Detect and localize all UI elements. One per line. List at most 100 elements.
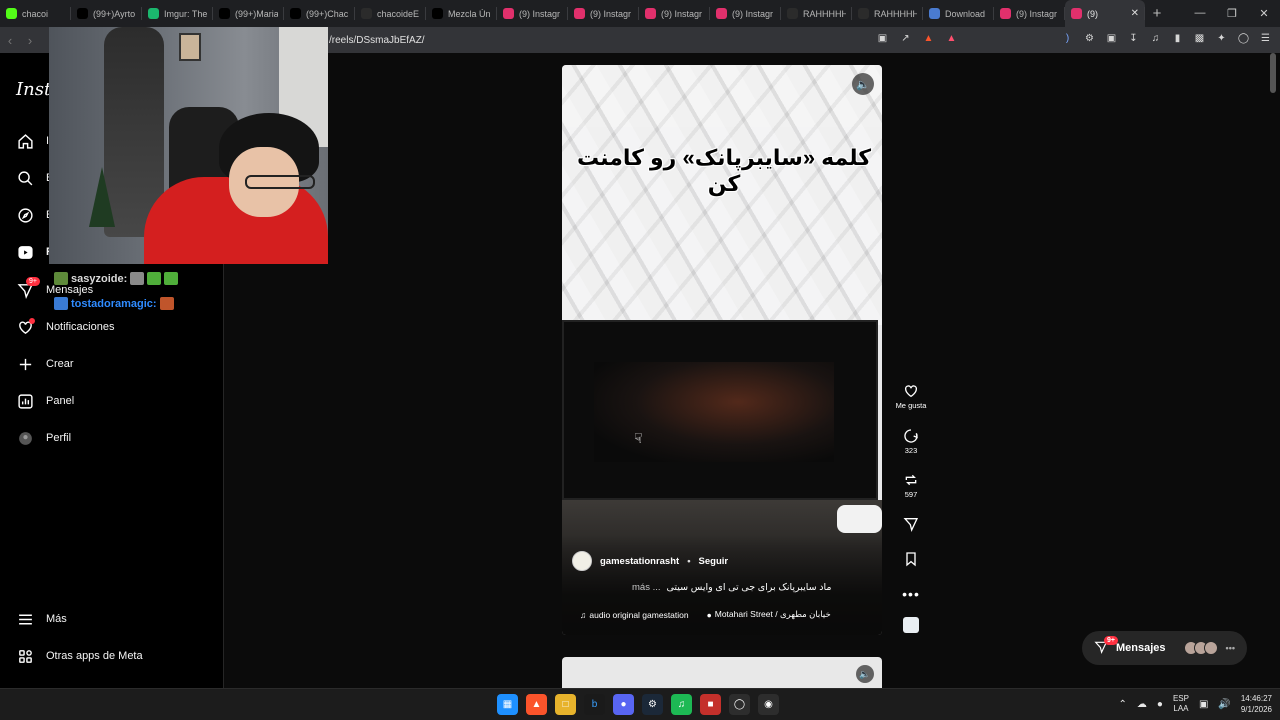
sidebar-item-notifications[interactable]: Notificaciones bbox=[16, 318, 114, 336]
network-icon[interactable]: ▣ bbox=[1199, 699, 1208, 710]
spotify-icon[interactable]: ♫ bbox=[671, 694, 692, 715]
tab-favicon-icon bbox=[1071, 8, 1082, 19]
follow-button[interactable]: Seguir bbox=[699, 556, 729, 567]
sidebar-item-label: Más bbox=[46, 613, 67, 625]
comment-button[interactable]: 323 bbox=[903, 428, 919, 455]
tab-title: (9) bbox=[1087, 8, 1098, 19]
brave-icon[interactable]: ▲ bbox=[526, 694, 547, 715]
browser-tab[interactable]: (99+)Ayrto bbox=[71, 0, 142, 27]
mouse-cursor-icon: ☟ bbox=[634, 430, 643, 446]
cloud-icon[interactable]: ☁ bbox=[1137, 699, 1147, 710]
browser-tab[interactable]: (9) Instagr bbox=[639, 0, 710, 27]
browser-tab[interactable]: (9) Instagr bbox=[710, 0, 781, 27]
vpn-icon[interactable]: ◯ bbox=[1237, 32, 1250, 45]
browser-tab[interactable]: (9) Instagr bbox=[497, 0, 568, 27]
like-button[interactable]: Me gusta bbox=[896, 383, 926, 410]
sidebar-item-search[interactable]: B bbox=[16, 169, 53, 187]
discord-icon[interactable]: ● bbox=[613, 694, 634, 715]
minimize-icon[interactable]: — bbox=[1184, 7, 1216, 20]
file-explorer-icon[interactable]: □ bbox=[555, 694, 576, 715]
brave-rewards-icon[interactable]: ▲ bbox=[945, 32, 958, 45]
tab-favicon-icon bbox=[645, 8, 656, 19]
url-field[interactable]: /reels/DSsmaJbEfAZ/ bbox=[329, 35, 425, 46]
audio-playing-icon[interactable]: ) bbox=[1061, 32, 1074, 45]
browser-tab[interactable]: (99+)Maria bbox=[213, 0, 284, 27]
globe-app-icon[interactable]: ◉ bbox=[758, 694, 779, 715]
steam-icon[interactable]: ⚙ bbox=[642, 694, 663, 715]
bing-icon[interactable]: b bbox=[584, 694, 605, 715]
language-indicator[interactable]: ESP LAA bbox=[1173, 694, 1189, 714]
leo-ai-icon[interactable]: ✦ bbox=[1215, 32, 1228, 45]
reels-icon bbox=[16, 243, 34, 261]
browser-tab[interactable]: RAHHHHH bbox=[852, 0, 923, 27]
sidebar-item-create[interactable]: Crear bbox=[16, 355, 74, 373]
new-tab-button[interactable]: + bbox=[1145, 5, 1169, 22]
media-icon[interactable]: ♫ bbox=[1149, 32, 1162, 45]
wallet-icon[interactable]: ▩ bbox=[1193, 32, 1206, 45]
windows-start-icon[interactable]: ▦ bbox=[497, 694, 518, 715]
browser-tab[interactable]: chacoideE bbox=[355, 0, 426, 27]
scrollbar[interactable] bbox=[1270, 53, 1276, 688]
reel-caption[interactable]: más ... ماد سایبرپانک برای جی تی ای وایس… bbox=[632, 582, 831, 593]
browser-tab[interactable]: Mezcla Úni bbox=[426, 0, 497, 27]
menu-icon[interactable]: ☰ bbox=[1259, 32, 1272, 45]
extensions-icon[interactable]: ⚙ bbox=[1083, 32, 1096, 45]
controller bbox=[837, 505, 882, 533]
sidebar-toggle-icon[interactable]: ▮ bbox=[1171, 32, 1184, 45]
brave-shield-icon[interactable]: ▲ bbox=[922, 32, 935, 45]
browser-tab[interactable]: (99+)Chac bbox=[284, 0, 355, 27]
webcam-overlay bbox=[49, 27, 328, 264]
cast-icon[interactable]: ▣ bbox=[876, 32, 889, 45]
sidebar-item-more[interactable]: Más bbox=[16, 610, 67, 628]
browser-tab[interactable]: Download bbox=[923, 0, 994, 27]
keyboard-layout: LAA bbox=[1173, 704, 1189, 713]
more-dots-icon: ••• bbox=[1225, 643, 1235, 653]
chat-username: sasyzoide: bbox=[71, 272, 128, 285]
author-avatar[interactable] bbox=[572, 551, 592, 571]
heart-icon bbox=[903, 383, 919, 401]
browser-tab[interactable]: (9) ✕ bbox=[1065, 0, 1145, 27]
next-reel-video[interactable]: 🔈 bbox=[562, 657, 882, 688]
home-icon bbox=[16, 132, 34, 150]
media-app-icon[interactable]: ■ bbox=[700, 694, 721, 715]
tab-title: (9) Instagr bbox=[519, 8, 561, 19]
browser-tab[interactable]: RAHHHHH bbox=[781, 0, 852, 27]
author-username[interactable]: gamestationrasht bbox=[600, 556, 679, 567]
share-button[interactable] bbox=[903, 516, 919, 534]
chat-line: sasyzoide: bbox=[54, 272, 179, 285]
share-icon[interactable]: ↗ bbox=[899, 32, 912, 45]
browser-tab[interactable]: Imgur: The bbox=[142, 0, 213, 27]
chrome-icon[interactable]: ◯ bbox=[729, 694, 750, 715]
clock[interactable]: 14:46:27 9/1/2026 bbox=[1241, 693, 1272, 715]
back-arrow-icon[interactable]: ‹ bbox=[0, 33, 20, 48]
save-button[interactable] bbox=[903, 551, 919, 569]
caption-more[interactable]: más ... bbox=[632, 582, 661, 593]
audio-thumbnail[interactable] bbox=[903, 617, 919, 633]
microphone-icon[interactable]: ● bbox=[1157, 699, 1163, 710]
location-link[interactable]: ● Motahari Street / خیابان مطهری bbox=[707, 609, 831, 620]
sidebar-item-profile[interactable]: Perfil bbox=[16, 429, 71, 447]
tab-close-icon[interactable]: ✕ bbox=[1131, 8, 1139, 19]
browser-tab[interactable]: (9) Instagr bbox=[568, 0, 639, 27]
more-options-button[interactable]: ••• bbox=[902, 586, 920, 602]
forward-arrow-icon[interactable]: › bbox=[20, 33, 40, 48]
browser-tab[interactable]: (9) Instagr bbox=[994, 0, 1065, 27]
tray-overflow-icon[interactable]: ⌃ bbox=[1119, 699, 1127, 710]
browser-tab[interactable]: chacoi bbox=[0, 0, 71, 27]
volume-icon[interactable]: 🔊 bbox=[1218, 699, 1230, 710]
tab-title: (9) Instagr bbox=[590, 8, 632, 19]
volume-icon[interactable]: 🔈 bbox=[852, 73, 874, 95]
download-icon[interactable]: ↧ bbox=[1127, 32, 1140, 45]
messages-pill[interactable]: 9+ Mensajes ••• bbox=[1082, 631, 1247, 665]
audio-link[interactable]: ♫ audio original gamestation bbox=[580, 609, 689, 620]
reel-video[interactable]: کلمه «سایبرپانک» رو کامنت کن 🔈 gamestati… bbox=[562, 65, 882, 635]
tab-favicon-icon bbox=[361, 8, 372, 19]
screenshot-icon[interactable]: ▣ bbox=[1105, 32, 1118, 45]
sidebar-item-explore[interactable]: E bbox=[16, 206, 53, 224]
sidebar-item-panel[interactable]: Panel bbox=[16, 392, 74, 410]
volume-icon[interactable]: 🔈 bbox=[856, 665, 874, 683]
sidebar-item-meta-apps[interactable]: Otras apps de Meta bbox=[16, 647, 143, 665]
close-window-icon[interactable]: ✕ bbox=[1248, 7, 1280, 20]
repost-button[interactable]: 597 bbox=[903, 472, 919, 499]
restore-icon[interactable]: ❐ bbox=[1216, 7, 1248, 20]
